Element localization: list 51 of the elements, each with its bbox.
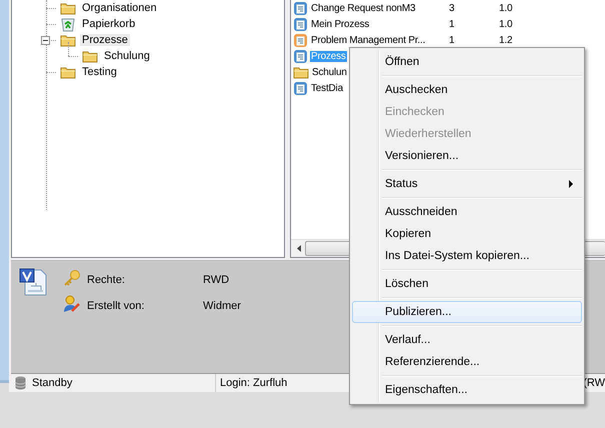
menu-item[interactable]: Verlauf...: [352, 329, 582, 351]
folder-icon: [293, 66, 309, 78]
tree-item[interactable]: Schulung: [102, 50, 152, 62]
process-document-icon: [293, 32, 308, 48]
folder-icon: [60, 66, 76, 78]
tree-item[interactable]: Testing: [80, 66, 119, 78]
menu-item[interactable]: Status: [352, 173, 582, 195]
process-diagram-icon: [19, 267, 49, 297]
collapse-toggle[interactable]: [41, 36, 50, 44]
folder-icon: [60, 2, 76, 14]
version-cell: 1.2: [499, 34, 512, 46]
folder-icon: [82, 50, 98, 62]
menu-item[interactable]: Ausschneiden: [352, 201, 582, 223]
list-item[interactable]: Schulun: [311, 66, 348, 78]
menu-item[interactable]: Eigenschaften...: [352, 379, 582, 401]
process-document-icon: [293, 16, 308, 32]
menu-item[interactable]: Versionieren...: [352, 145, 582, 167]
version-cell: 1.0: [499, 2, 512, 14]
submenu-arrow-icon: [569, 180, 573, 188]
process-document-icon: [293, 48, 308, 64]
menu-item[interactable]: Löschen: [352, 273, 582, 295]
count-cell: 1: [449, 18, 454, 30]
menu-item[interactable]: Auschecken: [352, 79, 582, 101]
list-item[interactable]: TestDia: [310, 82, 344, 94]
login-text: Login: Zurfluh: [220, 377, 288, 389]
status-text: Standby: [32, 377, 72, 389]
list-item[interactable]: Change Request nonM3: [310, 2, 416, 14]
process-document-icon: [293, 0, 308, 16]
count-cell: 3: [449, 2, 454, 14]
user-pencil-icon: [63, 295, 81, 313]
tree-item[interactable]: Prozesse: [80, 34, 130, 46]
count-cell: 1: [449, 34, 454, 46]
process-document-icon: [293, 80, 308, 96]
menu-item[interactable]: Kopieren: [352, 223, 582, 245]
key-icon: [63, 270, 81, 286]
version-cell: 1.0: [499, 18, 512, 30]
menu-item[interactable]: Publizieren...: [352, 301, 582, 323]
list-item[interactable]: Problem Management Pr...: [310, 34, 426, 46]
property-value: RWD: [203, 274, 230, 286]
tree-item[interactable]: Organisationen: [80, 2, 159, 14]
menu-item[interactable]: Öffnen: [352, 51, 582, 73]
folder-icon: [60, 34, 76, 46]
recycle-bin-icon: [60, 16, 76, 32]
property-label: Erstellt von:: [87, 300, 146, 312]
property-label: Rechte:: [87, 274, 126, 286]
menu-item[interactable]: Referenzierende...: [352, 351, 582, 373]
menu-item[interactable]: Ins Datei-System kopieren...: [352, 245, 582, 267]
tree-item[interactable]: Papierkorb: [80, 18, 138, 30]
property-value: Widmer: [203, 300, 241, 312]
list-item[interactable]: Mein Prozess: [310, 18, 370, 30]
scroll-left-arrow-icon[interactable]: [297, 245, 301, 252]
